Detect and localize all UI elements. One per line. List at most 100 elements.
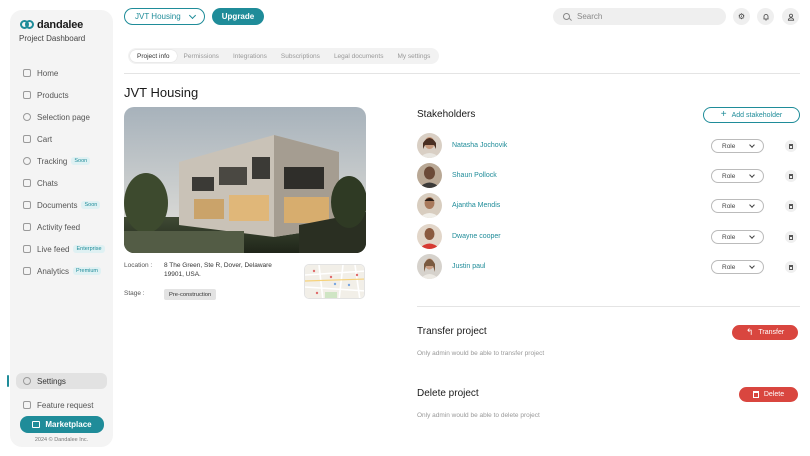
stakeholder-row: Dwayne cooper Role <box>417 224 800 250</box>
sidebar-item-cart[interactable]: Cart <box>10 128 113 150</box>
search-input[interactable]: Search <box>553 8 726 25</box>
role-select[interactable]: Role <box>711 230 764 244</box>
stakeholder-name[interactable]: Natasha Jochovik <box>452 142 507 149</box>
tab-permissions[interactable]: Permissions <box>177 50 226 62</box>
sidebar-item-feature-request[interactable]: Feature request <box>10 394 113 416</box>
stage-badge: Pre-construction <box>164 289 217 300</box>
enterprise-badge: Enterprise <box>73 245 105 253</box>
transfer-button[interactable]: ↰ Transfer <box>732 325 798 340</box>
brand-name: dandalee <box>37 19 84 31</box>
check-circle-icon <box>23 113 31 121</box>
plus-icon: + <box>720 109 727 120</box>
tabs-divider <box>124 73 800 74</box>
project-selector[interactable]: JVT Housing <box>124 8 205 25</box>
tab-project-info[interactable]: Project info <box>130 50 177 62</box>
delete-stakeholder-button[interactable] <box>785 200 797 212</box>
page-title: JVT Housing <box>124 85 199 100</box>
bell-icon <box>763 13 768 20</box>
role-select[interactable]: Role <box>711 199 764 213</box>
delete-button[interactable]: Delete <box>739 387 798 402</box>
avatar <box>417 163 442 188</box>
soon-badge: Soon <box>71 157 91 165</box>
sidebar-item-home[interactable]: Home <box>10 62 113 84</box>
tab-my-settings[interactable]: My settings <box>390 50 437 62</box>
brand[interactable]: dandalee <box>20 19 83 31</box>
sidebar-item-analytics[interactable]: Analytics Premium <box>10 260 113 282</box>
copyright: 2024 © Dandalee Inc. <box>34 437 89 443</box>
role-select[interactable]: Role <box>711 169 764 183</box>
chevron-down-icon <box>749 202 755 208</box>
brand-logo-icon <box>20 20 34 30</box>
stakeholder-row: Ajantha Mendis Role <box>417 193 800 219</box>
stakeholder-name[interactable]: Ajantha Mendis <box>452 202 500 209</box>
sidebar-item-documents[interactable]: Documents Soon <box>10 194 113 216</box>
stakeholder-name[interactable]: Dwayne cooper <box>452 233 501 240</box>
avatar <box>417 224 442 249</box>
chevron-down-icon <box>188 11 197 20</box>
role-select[interactable]: Role <box>711 260 764 274</box>
tab-subscriptions[interactable]: Subscriptions <box>274 50 327 62</box>
delete-title: Delete project <box>417 388 479 399</box>
store-icon <box>32 421 41 428</box>
sidebar-bottom: Settings Feature request <box>7 373 113 416</box>
sidebar-nav: Home Products Selection page Cart Tracki… <box>10 62 113 282</box>
stakeholder-row: Justin paul Role <box>417 254 800 280</box>
active-indicator <box>7 375 9 387</box>
tab-integrations[interactable]: Integrations <box>226 50 274 62</box>
settings-button[interactable]: ⚙ <box>733 8 750 25</box>
transfer-note: Only admin would be able to transfer pro… <box>417 350 545 357</box>
stakeholders-title: Stakeholders <box>417 109 476 120</box>
cart-icon <box>23 135 31 143</box>
tracking-icon <box>23 157 31 165</box>
location-label: Location : <box>124 262 153 269</box>
profile-button[interactable] <box>782 8 799 25</box>
sidebar-item-settings[interactable]: Settings <box>7 373 107 389</box>
brand-subtitle: Project Dashboard <box>19 34 86 43</box>
delete-stakeholder-button[interactable] <box>785 261 797 273</box>
trash-icon <box>752 391 759 398</box>
sidebar-item-chats[interactable]: Chats <box>10 172 113 194</box>
premium-badge: Premium <box>73 267 102 275</box>
gear-icon <box>23 377 31 385</box>
gear-icon: ⚙ <box>737 12 746 21</box>
delete-note: Only admin would be able to delete proje… <box>417 412 540 419</box>
avatar <box>417 193 442 218</box>
stakeholder-name[interactable]: Justin paul <box>452 263 485 270</box>
delete-stakeholder-button[interactable] <box>785 140 797 152</box>
trash-icon <box>789 264 793 270</box>
avatar <box>417 133 442 158</box>
trash-icon <box>789 143 793 149</box>
upgrade-button[interactable]: Upgrade <box>212 8 264 25</box>
sidebar-item-tracking[interactable]: Tracking Soon <box>10 150 113 172</box>
trash-icon <box>789 173 793 179</box>
sidebar: dandalee Project Dashboard Home Products… <box>7 10 113 447</box>
project-image <box>124 107 366 253</box>
sidebar-item-live-feed[interactable]: Live feed Enterprise <box>10 238 113 260</box>
role-select[interactable]: Role <box>711 139 764 153</box>
stakeholder-name[interactable]: Shaun Pollock <box>452 172 497 179</box>
trash-icon <box>789 203 793 209</box>
arrow-back-icon: ↰ <box>745 327 754 337</box>
settings-tabs: Project info Permissions Integrations Su… <box>128 48 440 64</box>
chat-icon <box>23 179 31 187</box>
chart-icon <box>23 267 31 275</box>
soon-badge: Soon <box>81 201 101 209</box>
delete-stakeholder-button[interactable] <box>785 231 797 243</box>
tab-legal-documents[interactable]: Legal documents <box>327 50 391 62</box>
sidebar-item-activity-feed[interactable]: Activity feed <box>10 216 113 238</box>
box-icon <box>23 91 31 99</box>
stakeholder-row: Natasha Jochovik Role <box>417 133 800 159</box>
sidebar-item-products[interactable]: Products <box>10 84 113 106</box>
delete-stakeholder-button[interactable] <box>785 170 797 182</box>
stage-label: Stage : <box>124 290 145 297</box>
marketplace-button[interactable]: Marketplace <box>20 416 104 433</box>
transfer-title: Transfer project <box>417 326 487 337</box>
location-map[interactable] <box>304 264 365 299</box>
chevron-down-icon <box>749 142 755 148</box>
notifications-button[interactable] <box>757 8 774 25</box>
add-stakeholder-button[interactable]: + Add stakeholder <box>703 107 800 123</box>
location-value: 8 The Green, Ste R, Dover, Delaware 1990… <box>164 262 272 278</box>
document-icon <box>23 201 31 209</box>
trash-icon <box>789 234 793 240</box>
sidebar-item-selection-page[interactable]: Selection page <box>10 106 113 128</box>
